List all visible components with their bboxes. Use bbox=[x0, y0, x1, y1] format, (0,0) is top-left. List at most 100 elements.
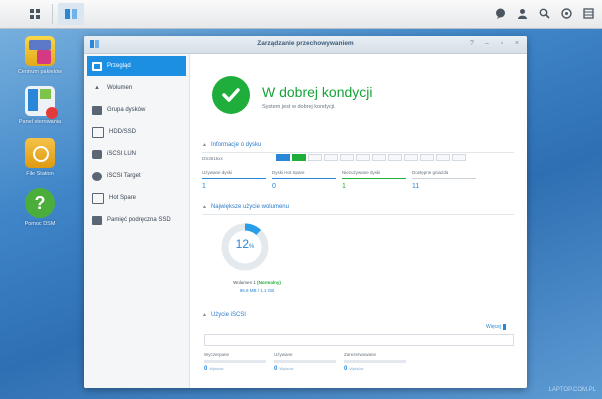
sidebar-item-iscsi-lun[interactable]: iSCSI LUN bbox=[87, 144, 186, 164]
sidebar-item-label: Przegląd bbox=[107, 63, 131, 69]
user-icon[interactable] bbox=[514, 5, 530, 21]
iscsi-stat-reserved: Zarezerwowane 0 Wpisów bbox=[344, 352, 406, 372]
more-link-icon bbox=[503, 324, 507, 330]
sidebar-item-volume[interactable]: ▲ Wolumen bbox=[87, 78, 186, 98]
percent-value: 12 bbox=[235, 237, 249, 251]
section-title: Użycie iSCSI bbox=[210, 312, 246, 318]
sidebar-item-label: iSCSI Target bbox=[107, 173, 141, 179]
stat-underline bbox=[412, 178, 476, 179]
desktop-shortcut-package-center[interactable]: Centrum pakietów bbox=[8, 36, 72, 76]
stat-value: 0 Wpisów bbox=[204, 366, 266, 372]
search-icon[interactable] bbox=[536, 5, 552, 21]
help-button[interactable]: ? bbox=[468, 40, 476, 48]
disk-group-icon bbox=[92, 105, 102, 115]
stat-underline bbox=[274, 360, 336, 363]
desktop-shortcut-help[interactable]: ? Pomoc DSM bbox=[8, 188, 72, 228]
stat-underline bbox=[204, 360, 266, 363]
disk-slot[interactable] bbox=[356, 154, 370, 161]
sidebar-item-iscsi-target[interactable]: iSCSI Target bbox=[87, 166, 186, 186]
stat-unit: Wpisów bbox=[279, 366, 294, 371]
stat-number: 0 bbox=[274, 366, 278, 372]
sidebar-item-overview[interactable]: Przegląd bbox=[87, 56, 186, 76]
stat-underline bbox=[272, 178, 336, 179]
stat-underline bbox=[202, 178, 266, 179]
sidebar-item-hot-spare[interactable]: Hot Spare bbox=[87, 188, 186, 208]
disk-slot[interactable] bbox=[388, 154, 402, 161]
close-button[interactable]: × bbox=[513, 40, 521, 48]
widgets-icon[interactable] bbox=[580, 5, 596, 21]
volume-status: (Normalny) bbox=[257, 280, 281, 285]
volume-icon: ▲ bbox=[94, 85, 100, 91]
overview-panel: W dobrej kondycji System jest w dobrej k… bbox=[190, 54, 527, 388]
disk-slot[interactable] bbox=[452, 154, 466, 161]
disk-slot[interactable] bbox=[420, 154, 434, 161]
disk-slot[interactable] bbox=[292, 154, 306, 161]
stat-underline bbox=[344, 360, 406, 363]
disk-slots bbox=[276, 154, 466, 161]
sidebar-item-label: HDD/SSD bbox=[109, 129, 137, 135]
more-link[interactable]: Więcej bbox=[486, 324, 507, 330]
iscsi-lun-icon bbox=[92, 149, 102, 159]
stat-underline bbox=[342, 178, 406, 179]
stat-label: Dostępne gniazda bbox=[412, 170, 449, 175]
section-title: Największe użycie wolumenu bbox=[210, 204, 289, 210]
desktop-shortcut-control-panel[interactable]: Panel sterowania bbox=[8, 86, 72, 126]
sidebar: Przegląd ▲ Wolumen Grupa dysków HDD/SSD … bbox=[84, 54, 190, 388]
sidebar-item-label: iSCSI LUN bbox=[107, 151, 137, 157]
stat-value: 1 bbox=[342, 183, 346, 190]
main-menu-button[interactable] bbox=[22, 3, 48, 25]
status-title: W dobrej kondycji bbox=[262, 84, 373, 100]
stat-value: 11 bbox=[412, 183, 420, 190]
stat-value: 0 Wpisów bbox=[344, 366, 406, 372]
disk-slot[interactable] bbox=[404, 154, 418, 161]
sidebar-item-ssd-cache[interactable]: Pamięć podręczna SSD bbox=[87, 210, 186, 230]
stat-label: Dyski Hot Spare bbox=[272, 170, 305, 175]
disk-slot[interactable] bbox=[436, 154, 450, 161]
iscsi-stat-used: Używane 0 Wpisów bbox=[274, 352, 336, 372]
taskbar bbox=[0, 0, 602, 29]
minimize-button[interactable]: – bbox=[483, 40, 491, 48]
sidebar-item-hdd-ssd[interactable]: HDD/SSD bbox=[87, 122, 186, 142]
sidebar-item-label: Grupa dysków bbox=[107, 107, 146, 113]
sidebar-item-label: Pamięć podręczna SSD bbox=[107, 217, 171, 223]
iscsi-usage-heading[interactable]: ▲ Użycie iSCSI bbox=[202, 312, 246, 318]
disk-slot[interactable] bbox=[340, 154, 354, 161]
disk-slot[interactable] bbox=[324, 154, 338, 161]
disk-slot[interactable] bbox=[308, 154, 322, 161]
control-panel-icon bbox=[25, 86, 58, 119]
sidebar-item-disk-group[interactable]: Grupa dysków bbox=[87, 100, 186, 120]
volume-usage-heading[interactable]: ▲ Największe użycie wolumenu bbox=[202, 204, 289, 210]
disk-slot[interactable] bbox=[372, 154, 386, 161]
stat-label: Zarezerwowane bbox=[344, 352, 377, 357]
window-titlebar[interactable]: Zarządzanie przechowywaniem ? – ▫ × bbox=[84, 36, 527, 54]
options-icon[interactable] bbox=[558, 5, 574, 21]
section-title: Informacje o dysku bbox=[210, 142, 262, 148]
window-title: Zarządzanie przechowywaniem bbox=[257, 40, 354, 47]
disk-info-heading[interactable]: ▲ Informacje o dysku bbox=[202, 142, 261, 148]
stat-hot-spare-disks: Dyski Hot Spare 0 bbox=[272, 170, 336, 190]
collapse-caret-icon: ▲ bbox=[202, 204, 207, 210]
desktop-shortcut-file-station[interactable]: File Station bbox=[8, 138, 72, 178]
stat-used-disks: Używane dyski 1 bbox=[202, 170, 266, 190]
stat-value: 1 bbox=[202, 183, 206, 190]
ssd-cache-icon bbox=[92, 215, 102, 225]
section-divider bbox=[202, 152, 514, 153]
stat-unit: Wpisów bbox=[209, 366, 224, 371]
chat-icon[interactable] bbox=[492, 5, 508, 21]
help-icon: ? bbox=[25, 188, 55, 218]
storage-manager-icon bbox=[65, 9, 77, 19]
disk-slot[interactable] bbox=[276, 154, 290, 161]
percent-unit: % bbox=[249, 244, 255, 250]
stat-label: Wyczerpane bbox=[204, 352, 229, 357]
file-station-icon bbox=[25, 138, 55, 168]
volume-name[interactable]: Wolumen 1 (Normalny) bbox=[202, 280, 312, 285]
volume-name-label: Wolumen 1 bbox=[233, 280, 256, 285]
volume-usage-percent: 12% bbox=[220, 237, 270, 251]
grid-icon bbox=[30, 9, 40, 19]
storage-manager-task-button[interactable] bbox=[58, 3, 84, 25]
sidebar-item-label: Wolumen bbox=[107, 85, 133, 91]
maximize-button[interactable]: ▫ bbox=[498, 40, 506, 48]
collapse-caret-icon: ▲ bbox=[202, 142, 207, 148]
desktop-shortcut-label: Pomoc DSM bbox=[24, 221, 56, 227]
stat-number: 0 bbox=[344, 366, 348, 372]
